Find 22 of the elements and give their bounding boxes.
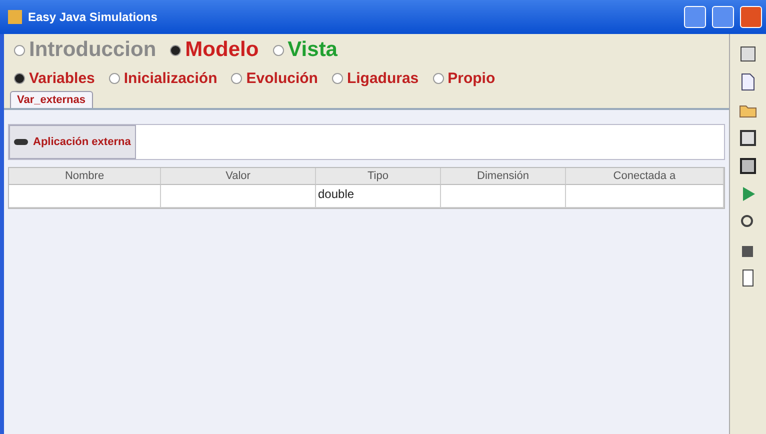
column-header: Valor: [161, 168, 316, 185]
window-title: Easy Java Simulations: [28, 10, 158, 24]
main-tab[interactable]: Vista: [272, 38, 338, 62]
main-tab[interactable]: Modelo: [170, 38, 259, 62]
close-button[interactable]: [740, 6, 762, 28]
sub-tab[interactable]: Propio: [432, 70, 496, 87]
column-header: Tipo: [316, 168, 441, 185]
main-tab[interactable]: Introduccion: [14, 38, 156, 62]
sub-tab[interactable]: Variables: [14, 70, 95, 87]
page-tab[interactable]: Var_externas: [10, 91, 92, 108]
maximize-button[interactable]: [712, 6, 734, 28]
external-app-button[interactable]: Aplicación externa: [9, 125, 136, 159]
table-cell: double: [316, 185, 441, 208]
sub-tab[interactable]: Ligaduras: [332, 70, 419, 87]
sub-tab[interactable]: Evolución: [231, 70, 318, 87]
minimize-button[interactable]: [684, 6, 706, 28]
column-header: Nombre: [9, 168, 161, 185]
app-icon: [8, 10, 22, 24]
external-app-field[interactable]: Aplicación externa: [8, 124, 725, 160]
sub-tab[interactable]: Inicialización: [108, 70, 218, 87]
column-header: Dimensión: [441, 168, 566, 185]
column-header: Conectada a: [566, 168, 724, 185]
